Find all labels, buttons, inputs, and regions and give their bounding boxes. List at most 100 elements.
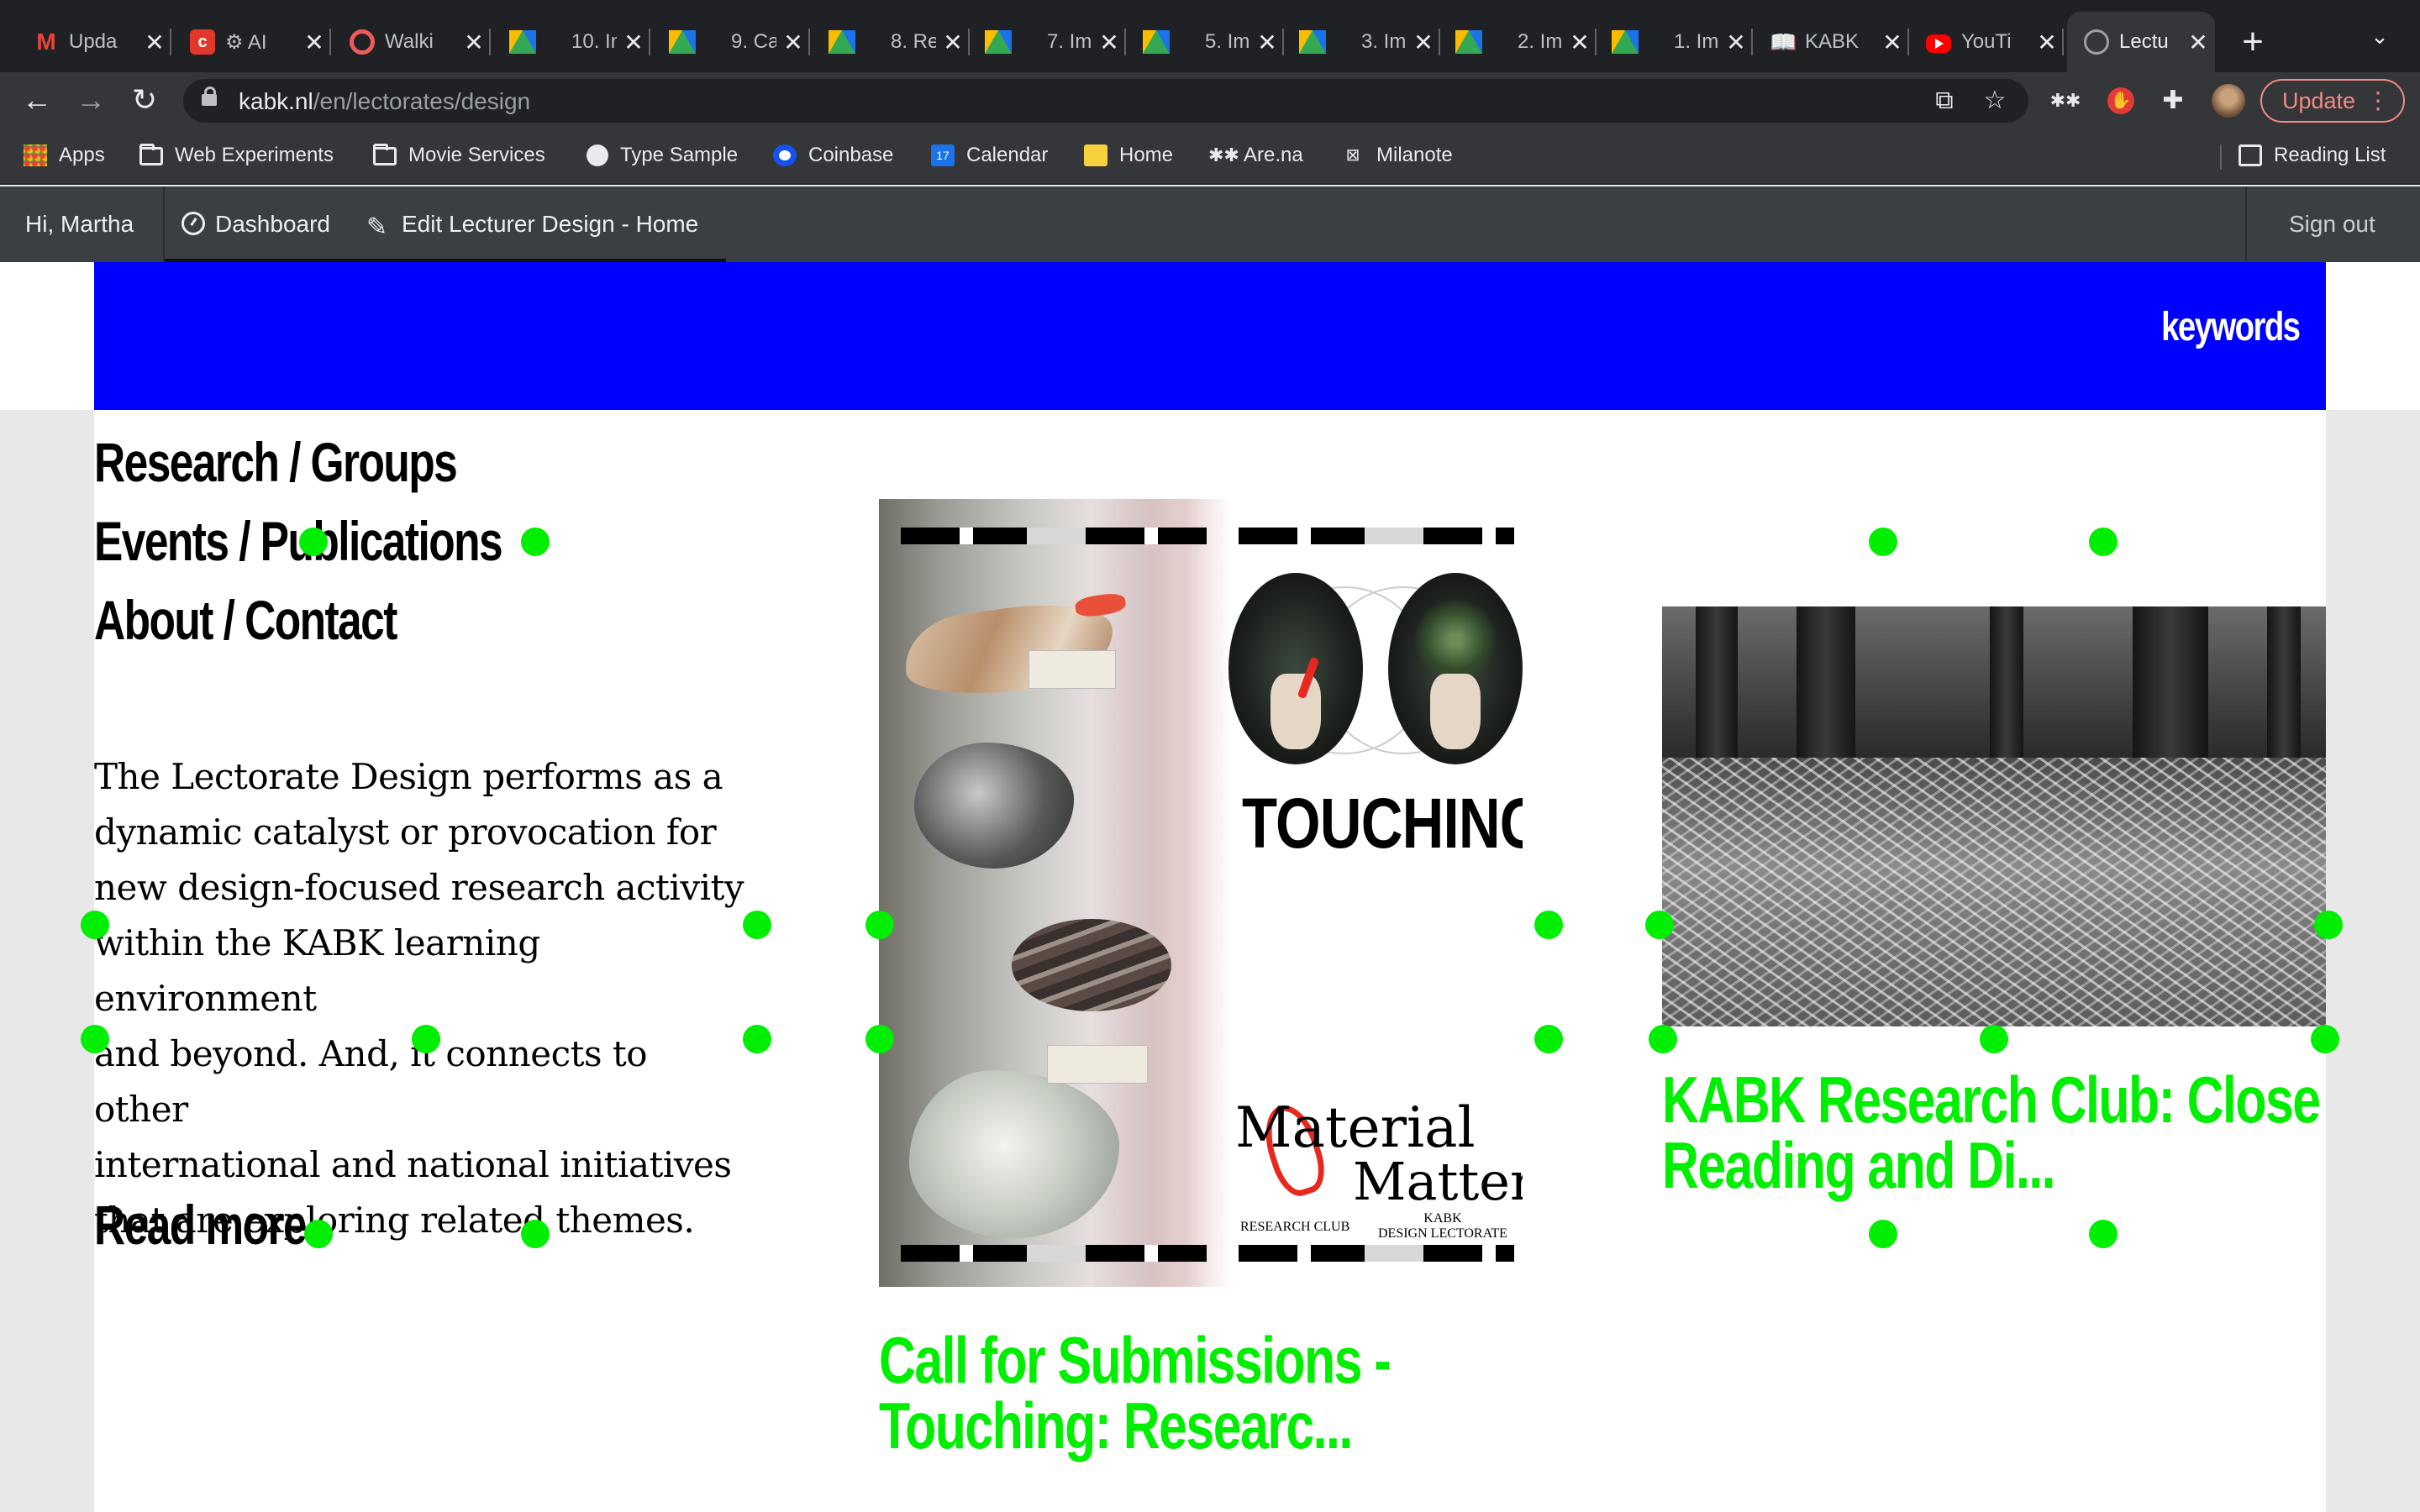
handle-dot[interactable] — [81, 1025, 109, 1053]
bookmark-star-icon[interactable]: ☆ — [1980, 86, 2010, 116]
bookmark-type-sample[interactable]: Type Sample — [587, 141, 738, 170]
tab-kabk[interactable]: 📖 KABK ✕ — [1753, 15, 1909, 69]
close-icon[interactable]: ✕ — [1250, 29, 1284, 56]
translate-icon[interactable]: ⧉ — [1929, 86, 1960, 116]
close-icon[interactable]: ✕ — [2181, 29, 2215, 56]
close-icon[interactable]: ✕ — [1876, 29, 1909, 56]
arena-extension-icon[interactable]: ✱✱ — [2049, 84, 2082, 118]
bookmark-movie-services[interactable]: Movie Services — [373, 141, 545, 170]
tab-ai[interactable]: c ⚙ AI ✕ — [173, 15, 331, 69]
handle-dot[interactable] — [81, 911, 109, 939]
c-app-icon: c — [190, 29, 215, 55]
close-icon[interactable]: ✕ — [1407, 29, 1440, 56]
handle-dot[interactable] — [521, 528, 550, 556]
handle-dot[interactable] — [743, 911, 771, 939]
handle-dot[interactable] — [2089, 528, 2118, 556]
close-icon[interactable]: ✕ — [2030, 29, 2064, 56]
tab-search-chevron-icon[interactable]: ⌄ — [2363, 24, 2396, 50]
handle-dot[interactable] — [865, 1025, 894, 1053]
scale-bar — [1239, 1245, 1514, 1262]
hand-icon — [1270, 674, 1321, 749]
youtube-icon — [1926, 34, 1951, 53]
close-icon[interactable]: ✕ — [776, 29, 810, 56]
handle-dot[interactable] — [2314, 911, 2343, 939]
bookmark-calendar[interactable]: 17 Calendar — [931, 141, 1048, 170]
bookmark-apps[interactable]: Apps — [24, 141, 105, 170]
close-icon[interactable]: ✕ — [617, 29, 650, 56]
tab-lectorate-active[interactable]: Lectu ✕ — [2067, 12, 2215, 72]
handle-dot[interactable] — [1649, 1025, 1677, 1053]
ring-icon — [350, 29, 375, 55]
read-more-link[interactable]: Read more — [94, 1193, 308, 1257]
update-button[interactable]: Update ⋮ — [2260, 79, 2405, 123]
google-drive-icon — [1143, 30, 1170, 54]
hand-extension-icon[interactable]: ✋ — [2107, 87, 2134, 114]
tab-drive-8[interactable]: 8. Re ✕ — [812, 15, 970, 69]
google-drive-icon — [1299, 30, 1326, 54]
reload-icon[interactable]: ↻ — [124, 81, 165, 121]
tab-drive-10[interactable]: 10. In ✕ — [492, 15, 650, 69]
tab-drive-7[interactable]: 7. Ima ✕ — [968, 15, 1126, 69]
handle-dot[interactable] — [1980, 1025, 2008, 1053]
card-title-research-club[interactable]: KABK Research Club: Close Reading and Di… — [1662, 1067, 2321, 1198]
back-arrow-icon[interactable]: ← — [17, 81, 57, 121]
reading-list[interactable]: Reading List — [2238, 141, 2386, 170]
close-icon[interactable]: ✕ — [138, 29, 171, 56]
handle-dot[interactable] — [1534, 1025, 1563, 1053]
tab-drive-2[interactable]: 2. Im ✕ — [1439, 15, 1597, 69]
bookmark-coinbase[interactable]: Coinbase — [773, 141, 893, 170]
handle-dot[interactable] — [299, 528, 328, 556]
nav-research-groups[interactable]: Research / Groups — [94, 430, 458, 494]
close-icon[interactable]: ✕ — [297, 29, 331, 56]
nav-about-contact[interactable]: About / Contact — [94, 588, 397, 652]
bookmark-home[interactable]: Home — [1084, 141, 1173, 170]
handle-dot[interactable] — [304, 1220, 333, 1248]
extensions-puzzle-icon[interactable]: ✚ — [2156, 84, 2190, 118]
bookmark-web-experiments[interactable]: Web Experiments — [139, 141, 334, 170]
bookmark-arena[interactable]: ✱✱ Are.na — [1208, 141, 1303, 170]
handle-dot[interactable] — [1645, 911, 1674, 939]
url-text[interactable]: kabk.nl/en/lectorates/design — [239, 88, 530, 115]
handle-dot[interactable] — [743, 1025, 771, 1053]
tab-walki[interactable]: Walki ✕ — [333, 15, 491, 69]
more-menu-icon[interactable]: ⋮ — [2366, 81, 2390, 121]
bookmarks-divider — [2220, 144, 2222, 170]
site-header: keywords — [94, 262, 2326, 410]
forward-arrow-icon[interactable]: → — [71, 81, 111, 121]
forest-ferns-photo[interactable] — [1662, 606, 2326, 1026]
handle-dot[interactable] — [2089, 1220, 2118, 1248]
handle-dot[interactable] — [2311, 1025, 2339, 1053]
handle-dot[interactable] — [865, 911, 894, 939]
tab-drive-9[interactable]: 9. Ca ✕ — [652, 15, 810, 69]
profile-avatar[interactable] — [2212, 84, 2245, 118]
sign-out-link[interactable]: Sign out — [2289, 186, 2375, 262]
tab-drive-3[interactable]: 3. Im ✕ — [1282, 15, 1440, 69]
keywords-link[interactable]: keywords — [2161, 304, 2301, 350]
hand-icon — [1430, 674, 1481, 749]
tab-drive-1[interactable]: 1. Im ✕ — [1595, 15, 1753, 69]
handle-dot[interactable] — [412, 1025, 440, 1053]
close-icon[interactable]: ✕ — [1092, 29, 1126, 56]
address-bar[interactable]: kabk.nl/en/lectorates/design ⧉ ☆ — [183, 79, 2028, 123]
tab-gmail[interactable]: M Upda ✕ — [17, 15, 171, 69]
handle-dot[interactable] — [521, 1220, 550, 1248]
close-icon[interactable]: ✕ — [936, 29, 970, 56]
tab-drive-5[interactable]: 5. Im ✕ — [1126, 15, 1284, 69]
close-icon[interactable]: ✕ — [1719, 29, 1753, 56]
close-icon[interactable]: ✕ — [1563, 29, 1597, 56]
close-icon[interactable]: ✕ — [457, 29, 491, 56]
card-title-call-for-submissions[interactable]: Call for Submissions - Touching: Researc… — [879, 1327, 1392, 1458]
note-icon — [1084, 144, 1107, 166]
handle-dot[interactable] — [1534, 911, 1563, 939]
tab-title: 2. Im — [1518, 30, 1563, 53]
touching-poster-image[interactable]: TOUCHING: Material Matter RESEARCH CLUB … — [879, 499, 1523, 1287]
dashboard-link[interactable]: Dashboard — [182, 186, 330, 262]
new-tab-button[interactable]: + — [2232, 22, 2274, 62]
tab-youtube[interactable]: YouTi ✕ — [1909, 15, 2064, 69]
lock-icon[interactable] — [202, 87, 217, 106]
handle-dot[interactable] — [1869, 1220, 1897, 1248]
bookmark-milanote[interactable]: ⊠ Milanote — [1341, 141, 1453, 170]
nav-events-publications[interactable]: Events / Publications — [94, 509, 503, 573]
edit-page-link[interactable]: ✎ Edit Lecturer Design - Home — [366, 186, 698, 262]
handle-dot[interactable] — [1869, 528, 1897, 556]
